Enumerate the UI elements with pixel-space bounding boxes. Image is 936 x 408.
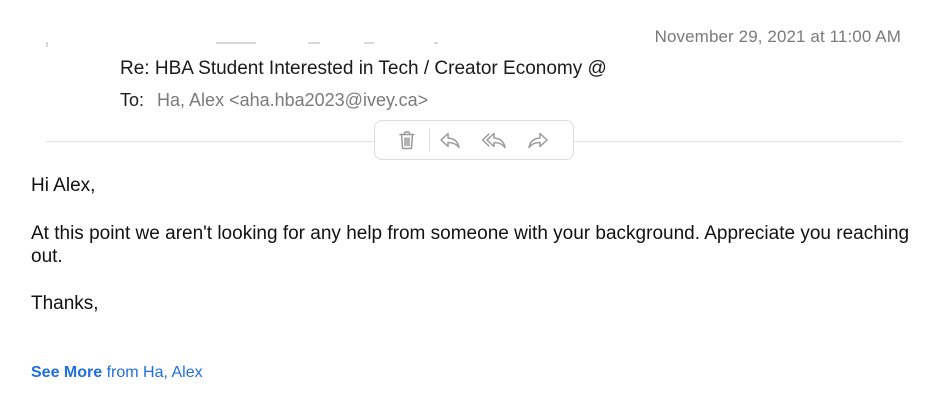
reply-button[interactable] <box>436 126 464 154</box>
remnant-mark <box>434 42 438 44</box>
forward-button[interactable] <box>524 126 552 154</box>
remnant-mark <box>216 42 256 44</box>
recipient-row: To: Ha, Alex <aha.hba2023@ivey.ca> <box>120 90 428 111</box>
email-message-view: { "header": { "date": "November 29, 2021… <box>0 0 936 408</box>
trash-icon <box>399 131 415 150</box>
email-date: November 29, 2021 at 11:00 AM <box>654 27 901 46</box>
email-closing: Thanks, <box>31 293 99 314</box>
email-body-paragraph: At this point we aren't looking for any … <box>31 223 910 267</box>
forward-icon <box>528 132 548 149</box>
sender-line-remnant <box>46 42 438 48</box>
reply-icon <box>440 132 460 149</box>
see-more-footer: See More from Ha, Alex <box>31 364 203 382</box>
toolbar-separator <box>429 129 430 151</box>
remnant-mark <box>46 42 48 47</box>
reply-all-button[interactable] <box>480 126 508 154</box>
see-more-link[interactable]: See More <box>31 364 102 381</box>
email-greeting: Hi Alex, <box>31 175 96 196</box>
remnant-mark <box>308 42 320 44</box>
delete-button[interactable] <box>393 126 421 154</box>
to-label: To: <box>120 90 145 110</box>
message-action-toolbar <box>374 120 574 160</box>
remnant-mark <box>364 42 374 44</box>
email-subject: Re: HBA Student Interested in Tech / Cre… <box>120 58 607 79</box>
see-more-from-text[interactable]: from Ha, Alex <box>102 364 203 381</box>
recipient-address[interactable]: Ha, Alex <aha.hba2023@ivey.ca> <box>157 90 428 110</box>
reply-all-icon <box>481 132 506 149</box>
